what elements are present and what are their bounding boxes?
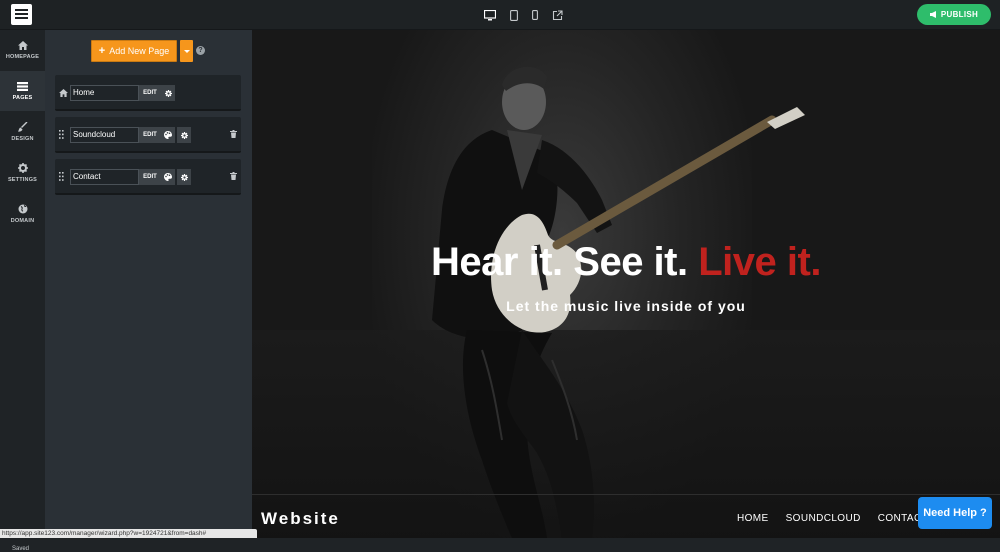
page-row-soundcloud: Soundcloud EDIT — [55, 117, 241, 153]
edit-button[interactable]: EDIT — [139, 169, 161, 185]
top-bar: PUBLISH — [0, 0, 1000, 30]
trash-icon[interactable] — [230, 172, 237, 180]
hero-headline: Hear it. See it. Live it. — [252, 240, 1000, 285]
nav-item-design[interactable]: DESIGN — [0, 112, 45, 152]
nav-label: PAGES — [12, 94, 33, 101]
page-settings-button[interactable] — [161, 85, 175, 101]
add-page-dropdown-button[interactable] — [180, 40, 193, 62]
help-question-icon[interactable]: ? — [196, 46, 205, 55]
desktop-icon[interactable] — [484, 9, 496, 21]
site-navbar: Website HOME SOUNDCLOUD CONTACT — [252, 494, 1000, 538]
page-name-input[interactable]: Home — [70, 85, 139, 101]
nav-label: DESIGN — [11, 136, 34, 142]
home-icon — [59, 89, 68, 97]
headline-main: Hear it. See it. — [431, 240, 688, 284]
trash-icon[interactable] — [230, 130, 237, 138]
publish-button[interactable]: PUBLISH — [917, 4, 991, 25]
add-page-label: Add New Page — [109, 46, 170, 56]
site-nav-soundcloud[interactable]: SOUNDCLOUD — [786, 513, 861, 524]
gear-icon — [164, 89, 172, 97]
palette-icon — [164, 131, 172, 139]
gear-icon — [17, 163, 28, 173]
menu-logo-icon[interactable] — [11, 4, 32, 25]
page-name-input[interactable]: Contact — [70, 169, 139, 185]
site-brand[interactable]: Website — [261, 509, 340, 529]
page-design-button[interactable] — [161, 127, 175, 143]
edit-button[interactable]: EDIT — [139, 85, 161, 101]
gear-icon — [180, 173, 188, 181]
tablet-icon[interactable] — [510, 9, 518, 21]
page-row-home: Home EDIT — [55, 75, 241, 111]
page-row-contact: Contact EDIT — [55, 159, 241, 195]
nav-item-domain[interactable]: DOMAIN — [0, 194, 45, 234]
hero-subheadline: Let the music live inside of you — [506, 298, 746, 314]
nav-label: HOMEPAGE — [5, 53, 40, 60]
nav-label: DOMAIN — [10, 218, 35, 224]
palette-icon — [164, 173, 172, 181]
nav-label: SETTINGS — [7, 177, 38, 183]
left-navigation: HOMEPAGE PAGES DESIGN SETTINGS DOMAIN Sa… — [0, 30, 45, 552]
drag-handle-icon[interactable] — [59, 130, 64, 139]
nav-item-pages[interactable]: PAGES — [0, 71, 45, 111]
publish-label: PUBLISH — [940, 10, 979, 19]
site-nav-home[interactable]: HOME — [737, 513, 769, 524]
headline-accent: Live it. — [698, 240, 821, 284]
edit-button[interactable]: EDIT — [139, 127, 161, 143]
site-nav-links: HOME SOUNDCLOUD CONTACT — [737, 513, 928, 524]
nav-item-homepage[interactable]: HOMEPAGE — [0, 30, 45, 70]
saved-status: Saved — [12, 546, 30, 552]
device-switcher — [484, 7, 563, 23]
drag-handle-icon[interactable] — [59, 172, 64, 181]
gear-icon — [180, 131, 188, 139]
nav-item-settings[interactable]: SETTINGS — [0, 153, 45, 193]
page-settings-button[interactable] — [177, 127, 191, 143]
plus-icon: + — [98, 44, 106, 57]
home-icon — [17, 40, 28, 50]
pages-icon — [17, 81, 28, 91]
add-new-page-button[interactable]: + Add New Page — [91, 40, 177, 62]
browser-status-url: https://app.site123.com/manager/wizard.p… — [0, 529, 257, 538]
megaphone-icon — [929, 11, 936, 18]
page-settings-button[interactable] — [177, 169, 191, 185]
external-link-icon[interactable] — [552, 9, 563, 21]
need-help-button[interactable]: Need Help ? — [918, 497, 992, 529]
mobile-icon[interactable] — [532, 10, 538, 20]
website-preview[interactable]: Hear it. See it. Live it. Let the music … — [252, 30, 1000, 538]
page-design-button[interactable] — [161, 169, 175, 185]
globe-icon — [18, 204, 27, 214]
brush-icon — [17, 122, 27, 132]
page-name-input[interactable]: Soundcloud — [70, 127, 139, 143]
